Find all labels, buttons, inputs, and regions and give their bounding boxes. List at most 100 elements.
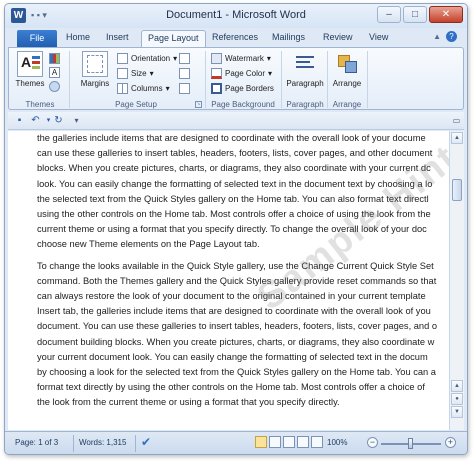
theme-colors-button[interactable] [49,53,60,64]
zoom-slider-thumb[interactable] [408,438,413,449]
text-line: blocks. When you create pictures, charts… [37,163,431,174]
text-line: can use these galleries to insert tables… [37,148,433,159]
scroll-up-icon[interactable]: ▲ [451,132,463,144]
quick-access-toolbar: ▪ ↶ ▾ ↻ ▾ [8,112,464,130]
watermark-button[interactable]: Watermark ▾ [211,53,271,64]
chevron-down-icon: ▾ [268,69,273,78]
print-layout-view-icon[interactable] [255,436,267,448]
text-line: the look from the current theme or using… [37,397,340,408]
text-line: the galleries include items that are des… [37,133,426,143]
view-ruler-icon[interactable]: ▭ [449,112,464,130]
columns-icon [117,83,128,94]
proofing-icon[interactable]: ✔ [141,435,151,449]
group-label-page-background: Page Background [211,100,275,109]
group-label-page-setup: Page Setup [115,100,157,109]
page-count[interactable]: Page: 1 of 3 [15,438,58,447]
paragraph-1: the galleries include items that are des… [37,131,449,253]
text-line: current theme or using a format that you… [37,224,427,235]
text-line: by choosing a look for the selected text… [37,367,436,378]
tab-home[interactable]: Home [66,32,90,42]
tab-references[interactable]: References [212,32,258,42]
hyphenation-button[interactable] [179,83,190,94]
size-icon [117,68,128,79]
theme-effects-button[interactable] [49,81,60,92]
group-separator [367,51,368,108]
margins-button[interactable]: Margins [77,51,113,88]
page-color-button[interactable]: Page Color ▾ [211,68,272,79]
line-numbers-button[interactable] [179,68,190,79]
text-line: To change the looks available in the Qui… [37,260,434,271]
page-setup-launcher-icon[interactable]: ↘ [195,101,202,108]
chevron-down-icon: ▾ [266,54,271,63]
maximize-button[interactable]: □ [403,6,427,23]
page-borders-button[interactable]: Page Borders [211,83,274,94]
minimize-button[interactable]: – [377,6,401,23]
size-button[interactable]: Size ▾ [117,68,154,79]
status-bar: Page: 1 of 3 Words: 1,315 ✔ 100% − + [5,431,467,454]
columns-button[interactable]: Columns ▾ [117,83,170,94]
document-area[interactable]: the galleries include items that are des… [8,131,449,430]
group-label-arrange: Arrange [332,100,362,109]
group-separator [281,51,282,108]
page-color-icon [211,68,222,79]
themes-button[interactable]: A Themes [13,51,47,88]
save-icon[interactable]: ▪ [13,114,26,127]
zoom-in-icon[interactable]: + [445,437,456,448]
group-separator [327,51,328,108]
tab-file[interactable]: File [17,30,57,47]
help-icon[interactable]: ? [446,31,457,42]
paragraph-2: To change the looks available in the Qui… [37,259,449,411]
minimize-ribbon-icon[interactable]: ▲ [433,32,441,41]
scroll-down-icon[interactable]: ▼ [451,406,463,418]
margins-icon [82,51,108,77]
theme-fonts-button[interactable]: A [49,67,60,78]
chevron-down-icon: ▾ [173,54,178,63]
document-text[interactable]: the galleries include items that are des… [37,131,449,417]
status-divider [135,435,136,452]
themes-icon: A [17,51,43,77]
draft-view-icon[interactable] [311,436,323,448]
tab-review[interactable]: Review [323,32,353,42]
orientation-button[interactable]: Orientation ▾ [117,53,177,64]
text-line: using the other controls on the Home tab… [37,209,431,220]
redo-icon[interactable]: ↻ [52,114,65,127]
full-screen-reading-icon[interactable] [269,436,281,448]
close-button[interactable]: ✕ [429,6,463,23]
arrange-button[interactable]: Arrange [329,51,365,88]
hyphenation-icon [179,83,190,94]
ribbon-tabs: File Home Insert Page Layout References … [5,28,467,48]
title-bar: W ▪ ▪ ▾ Document1 - Microsoft Word – □ ✕ [5,4,467,28]
select-browse-object-icon[interactable]: ● [451,393,463,405]
scroll-up-icon[interactable]: ▲ [451,380,463,392]
text-line: Insert tab, the galleries include items … [37,306,431,317]
tab-page-layout[interactable]: Page Layout [141,30,206,48]
group-separator [205,51,206,108]
text-line: your current document look. You can easi… [37,351,428,362]
tab-mailings[interactable]: Mailings [272,32,305,42]
breaks-button[interactable] [179,53,190,64]
outline-view-icon[interactable] [297,436,309,448]
line-numbers-icon [179,68,190,79]
ribbon: A Themes A Themes Margins Orientation ▾ S… [8,47,464,110]
text-line: choose new Theme elements on the Page La… [37,239,260,250]
web-layout-icon[interactable] [283,436,295,448]
undo-icon[interactable]: ↶ [29,114,42,127]
vertical-scrollbar[interactable]: ▲ ▲ ● ▼ ▼ [449,131,464,430]
scroll-thumb[interactable] [452,179,462,201]
zoom-out-icon[interactable]: − [367,437,378,448]
text-line: document building blocks. When you creat… [37,336,435,347]
breaks-icon [179,53,190,64]
page-borders-icon [211,83,222,94]
paragraph-button[interactable]: Paragraph [285,51,325,88]
word-count[interactable]: Words: 1,315 [79,438,126,447]
arrange-icon [334,51,360,77]
tab-view[interactable]: View [369,32,388,42]
window-controls: – □ ✕ [377,6,463,23]
group-label-paragraph: Paragraph [286,100,324,109]
zoom-level[interactable]: 100% [327,438,347,447]
watermark-icon [211,53,222,64]
tab-insert[interactable]: Insert [106,32,129,42]
customize-qat-icon[interactable]: ▾ [70,114,83,127]
text-line: command. Both the Themes gallery and the… [37,275,437,286]
chevron-down-icon: ▾ [149,69,154,78]
